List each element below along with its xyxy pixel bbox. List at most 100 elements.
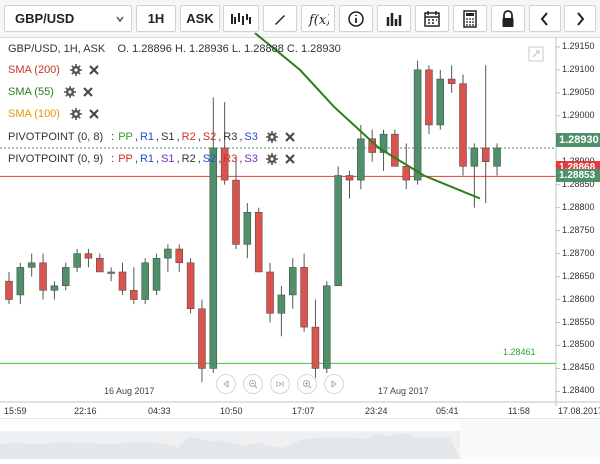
y-axis-label: 1.29150 [562,40,595,51]
gear-icon[interactable] [69,108,82,120]
pivot-s3: S3 [244,153,258,165]
candle-body [152,257,161,291]
candle-body [118,271,127,291]
candle-body [391,133,399,167]
pivot-r1: R1 [139,131,155,143]
chart-grid [0,46,560,392]
candle-body [16,267,25,296]
candle-body [459,83,467,167]
nav-right-button[interactable] [324,374,344,394]
candle-body [345,175,354,181]
open-value: 1.28896 [132,43,172,55]
x-axis-label: 05:41 [436,406,459,416]
indicator-pivot-8: PIVOTPOINT (0, 8) : PP, R1, S1, R2, S2, … [8,131,296,143]
close-icon[interactable] [88,64,100,76]
navigator-chart [0,419,600,459]
low-value: 1.28888 [244,43,284,55]
candle-body [493,147,501,167]
nav-left-button[interactable] [216,374,236,394]
candle-body [334,175,342,287]
pivot-sep: : [111,153,115,165]
gear-icon[interactable] [63,86,76,98]
close-icon[interactable] [88,108,100,120]
y-axis-label: 1.28550 [562,316,595,327]
ohlc-readout: GBP/USD, 1H, ASK O. 1.28896 H. 1.28936 L… [8,43,341,55]
pivot-s1: S1 [161,153,175,165]
close-icon[interactable] [284,153,296,165]
y-axis-label: 1.28500 [562,339,595,350]
below-red-price-label: 1.28853 [559,170,596,181]
y-axis-label: 1.29100 [562,63,595,74]
close-icon[interactable] [82,86,94,98]
y-axis-label: 1.29050 [562,86,595,97]
x-axis-label: 22:16 [74,406,97,416]
reset-icon [276,381,284,387]
close-label: C. [286,43,298,55]
high-label: H. [174,43,186,55]
high-value: 1.28936 [189,43,229,55]
reset-view-button[interactable] [270,374,290,394]
open-label: O. [117,43,130,55]
zoom-out-button[interactable] [243,374,263,394]
candle-body [277,294,286,314]
pivot-s2: S2 [202,153,217,165]
zoom-in-button[interactable] [297,374,317,394]
current-price-label: 1.28930 [559,134,599,146]
date-marker-16aug: 16 Aug 2017 [104,386,155,396]
below-red-price-box: 1.28853 [556,169,600,182]
triangle-left-icon [223,380,229,388]
pivot-r2: R2 [181,131,196,143]
candle-body [62,267,70,287]
candle-body [402,166,410,181]
candle-body [141,262,149,300]
zoom-in-icon [303,380,312,389]
y-axis-label: 1.29000 [562,109,595,120]
x-axis-label: 10:50 [220,406,243,416]
y-axis-label: 1.28450 [562,362,595,373]
pivot-s3: S3 [244,131,258,143]
candle-body [447,78,456,84]
candle-body [413,69,422,181]
indicator-sma200: SMA (200) [8,64,100,76]
pivot-sep: : [111,131,115,143]
candle-body [425,69,433,126]
candle-body [232,179,240,245]
indicator-pivot-9: PIVOTPOINT (0, 9) : PP, R1, S1, R2, S2, … [8,153,296,165]
gear-icon[interactable] [265,153,278,165]
candle-body [39,262,47,291]
close-icon[interactable] [284,131,296,143]
y-axis-label: 1.28800 [562,201,595,212]
candle-body [323,285,331,369]
candle-body [27,262,36,268]
candle-body [130,290,138,300]
price-chart[interactable] [0,0,600,420]
indicator-sma100: SMA (100) [8,108,100,120]
expand-icon[interactable] [528,46,544,62]
zoom-out-icon [249,380,258,389]
candle-body [84,253,93,259]
triangle-right-icon [331,380,337,388]
close-value: 1.28930 [300,43,341,55]
x-axis-label: 04:33 [148,406,171,416]
candle-body [209,147,218,369]
candle-body [73,253,81,268]
candle-body [254,212,263,273]
y-axis-label: 1.28650 [562,270,595,281]
candle-body [311,326,320,369]
candle-body [266,271,274,314]
pivot-r2: R2 [181,153,196,165]
gear-icon[interactable] [69,64,82,76]
y-axis-label: 1.28700 [562,247,595,258]
x-axis-label: 15:59 [4,406,27,416]
candle-body [96,257,104,273]
pivot-label: PIVOTPOINT (0, 8) [8,131,104,143]
gear-icon[interactable] [265,131,278,143]
candle-body [5,280,13,300]
candle-body [357,138,365,181]
y-axis-label: 1.28750 [562,224,595,235]
mini-navigator[interactable] [0,418,600,459]
candle-body [470,147,479,167]
x-axis-label: 17.08.2017 [558,406,600,416]
y-axis-label: 1.28600 [562,293,595,304]
low-label: L. [231,43,242,55]
